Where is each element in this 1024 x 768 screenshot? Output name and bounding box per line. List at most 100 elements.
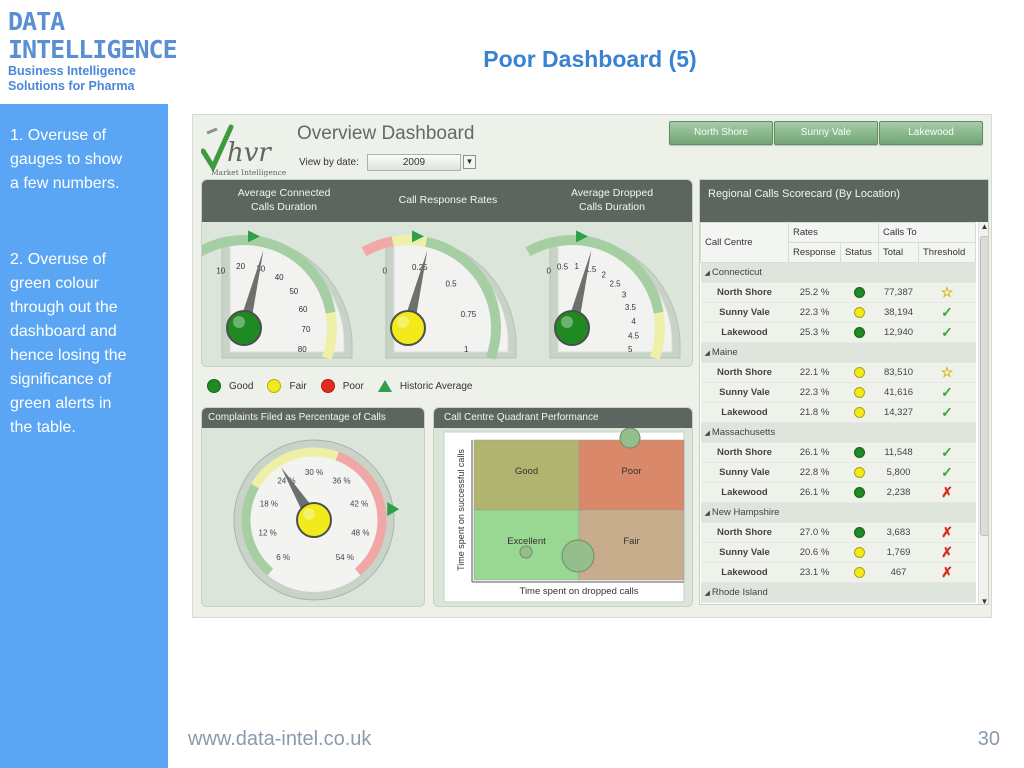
cell-threshold: ✓: [918, 322, 976, 343]
quadrant-label-2: Excellent: [507, 536, 546, 547]
green-status-icon: [854, 286, 865, 298]
cell-status: [840, 542, 879, 563]
gauge-2-light-glare: [561, 316, 573, 328]
table-row[interactable]: North Shore 26.1 % 11,548 ✓: [700, 442, 976, 463]
lakewood-button[interactable]: Lakewood: [879, 121, 983, 145]
overview-dashboard: hvr Market Intelligence Overview Dashboa…: [192, 114, 992, 618]
logo-tagline-2: Solutions for Pharma: [8, 79, 135, 93]
cell-site: North Shore: [700, 442, 789, 463]
collapse-arrow-icon[interactable]: ◢: [705, 510, 712, 517]
collapse-arrow-icon[interactable]: ◢: [705, 430, 712, 437]
group-name: Connecticut: [711, 267, 762, 278]
cell-response: 23.1 %: [788, 562, 841, 583]
regional-scorecard: Regional Calls Scorecard (By Location) C…: [699, 179, 989, 605]
scorecard-scrollbar[interactable]: ▲ ▼: [978, 222, 988, 604]
cell-threshold: ☆: [918, 362, 976, 383]
complaints-tick-label: 12 %: [259, 528, 277, 537]
table-row[interactable]: Lakewood 25.3 % 12,940 ✓: [700, 322, 976, 343]
cell-site: Lakewood: [700, 562, 789, 583]
gauge-2-tick-label: 4: [631, 317, 636, 326]
yellow-status-icon: [854, 386, 865, 398]
gauge-0-tick-label: 40: [275, 273, 284, 282]
gauge-1-tick-label: 1: [464, 345, 469, 354]
historic-average-triangle-icon: [377, 380, 392, 392]
page-number: 30: [977, 728, 1000, 750]
cell-site: Sunny Vale: [700, 542, 789, 563]
cross-icon: ✗: [941, 484, 953, 500]
cell-response: 21.8 %: [788, 402, 841, 423]
table-row[interactable]: Sunny Vale 22.3 % 38,194 ✓: [700, 302, 976, 323]
scorecard-title: Regional Calls Scorecard (By Location): [700, 180, 988, 222]
gauge-0-light-glare: [233, 316, 245, 328]
table-row[interactable]: Sunny Vale 22.3 % 41,616 ✓: [700, 382, 976, 403]
table-row[interactable]: Lakewood 23.1 % 467 ✗: [700, 562, 976, 583]
table-row[interactable]: Lakewood 21.8 % 14,327 ✓: [700, 402, 976, 423]
legend-historic: Historic Average: [399, 380, 473, 392]
group-name: New Hampshire: [711, 507, 780, 518]
good-legend-icon: [207, 379, 221, 393]
year-select[interactable]: 2009: [367, 154, 461, 171]
group-row[interactable]: ◢ Maine: [700, 342, 976, 363]
scroll-down-icon[interactable]: ▼: [980, 597, 988, 604]
cell-status: [840, 362, 879, 383]
complaints-tick-label: 18 %: [260, 500, 278, 509]
cell-status: [840, 322, 879, 343]
col-status[interactable]: Status: [840, 242, 879, 263]
col-response[interactable]: Response: [788, 242, 841, 263]
group-row[interactable]: ◢ Rhode Island: [700, 582, 976, 603]
hvr-brand-text: hvr: [227, 138, 272, 168]
cell-total: 11,548: [878, 442, 919, 463]
north-shore-button[interactable]: North Shore: [669, 121, 773, 145]
cell-status: [840, 402, 879, 423]
gauge-1-status-light: [390, 310, 426, 346]
cell-total: 83,510: [878, 362, 919, 383]
sunny-vale-button[interactable]: Sunny Vale: [774, 121, 878, 145]
star-icon: ☆: [940, 284, 954, 300]
check-icon: ✓: [941, 404, 953, 420]
cell-threshold: ✗: [918, 562, 976, 583]
complaints-gauge-svg: 6 %12 %18 %24 %30 %36 %42 %48 %54 %: [233, 439, 400, 601]
legend-poor: Poor: [342, 380, 364, 392]
quadrant-label-0: Good: [515, 466, 538, 477]
cell-site: North Shore: [700, 362, 789, 383]
table-row[interactable]: North Shore 22.1 % 83,510 ☆: [700, 362, 976, 383]
cell-threshold: ✓: [918, 382, 976, 403]
cell-status: [840, 562, 879, 583]
cross-icon: ✗: [941, 524, 953, 540]
table-row[interactable]: North Shore 27.0 % 3,683 ✗: [700, 522, 976, 543]
cell-response: 22.3 %: [788, 382, 841, 403]
col-call-centre[interactable]: Call Centre: [700, 222, 789, 263]
table-row[interactable]: Sunny Vale 22.8 % 5,800 ✓: [700, 462, 976, 483]
gauge-0-band-1: [321, 311, 337, 360]
scroll-up-icon[interactable]: ▲: [980, 222, 988, 231]
quadrant-panel: Call Centre Quadrant Performance Good Poo…: [433, 407, 693, 607]
collapse-arrow-icon[interactable]: ◢: [705, 270, 712, 277]
table-row[interactable]: North Shore 25.2 % 77,387 ☆: [700, 282, 976, 303]
slide-title: Poor Dashboard (5): [483, 46, 697, 72]
cross-icon: ✗: [941, 544, 953, 560]
cell-status: [840, 482, 879, 503]
cell-response: 25.3 %: [788, 322, 841, 343]
cell-site: Lakewood: [700, 322, 789, 343]
gauge-2-tick-label: 2: [602, 271, 607, 280]
group-row[interactable]: ◢ Connecticut: [700, 262, 976, 283]
gauge-title-connected: Average Connected Calls Duration: [237, 187, 331, 213]
note-1: 1. Overuse of gauges to show a few numbe…: [10, 127, 123, 192]
collapse-arrow-icon[interactable]: ◢: [705, 350, 712, 357]
group-row[interactable]: ◢ New Hampshire: [700, 502, 976, 523]
col-threshold[interactable]: Threshold: [918, 242, 976, 263]
green-status-icon: [854, 526, 865, 538]
cell-status: [840, 302, 879, 323]
col-total[interactable]: Total: [878, 242, 919, 263]
scroll-thumb[interactable]: [980, 236, 988, 536]
year-dropdown-chevron-icon[interactable]: ▼: [463, 155, 476, 169]
check-icon: ✓: [941, 464, 953, 480]
cell-threshold: ☆: [918, 282, 976, 303]
collapse-arrow-icon[interactable]: ◢: [705, 590, 712, 597]
group-row[interactable]: ◢ Massachusetts: [700, 422, 976, 443]
table-row[interactable]: Sunny Vale 20.6 % 1,769 ✗: [700, 542, 976, 563]
cell-response: 26.1 %: [788, 482, 841, 503]
table-row[interactable]: Lakewood 26.1 % 2,238 ✗: [700, 482, 976, 503]
cross-icon: ✗: [941, 564, 953, 580]
footer-url[interactable]: www.data-intel.co.uk: [188, 728, 371, 751]
